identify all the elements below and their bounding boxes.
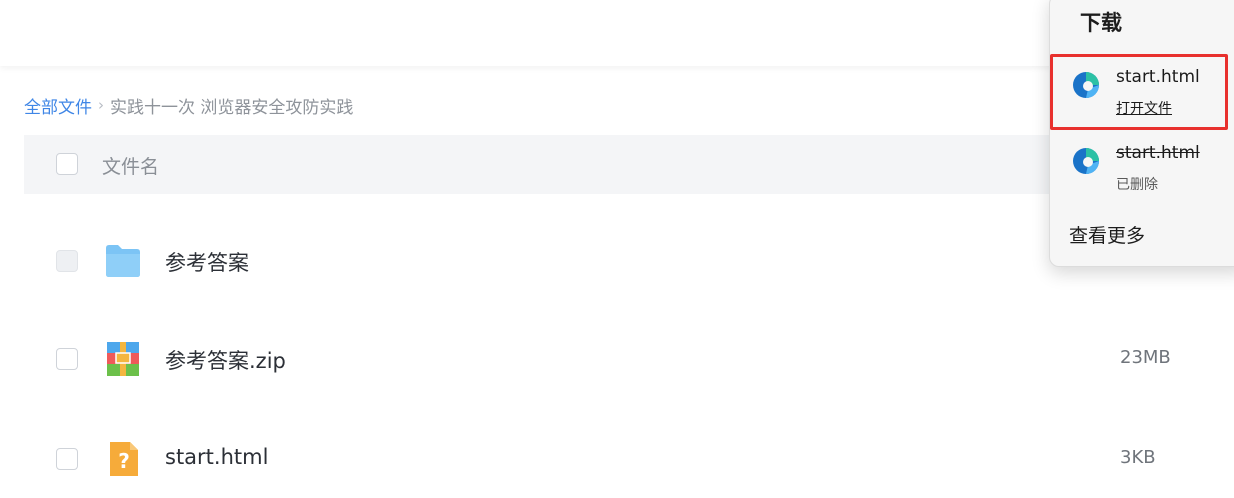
file-name[interactable]: 参考答案 xyxy=(165,247,249,277)
unknown-file-icon: ? xyxy=(110,442,138,476)
download-filename-deleted: start.html xyxy=(1116,143,1200,163)
download-status: 已删除 xyxy=(1116,177,1158,193)
file-name[interactable]: 参考答案.zip xyxy=(165,345,286,375)
downloads-title: 下载 xyxy=(1080,11,1122,35)
file-size: 3KB xyxy=(1120,447,1156,468)
breadcrumb: 全部文件 › 实践十一次 浏览器安全攻防实践 xyxy=(24,93,354,118)
file-name[interactable]: start.html xyxy=(165,445,268,469)
view-more-link[interactable]: 查看更多 xyxy=(1069,221,1145,248)
download-item[interactable]: start.html 已删除 xyxy=(1050,133,1234,203)
file-row[interactable]: ? start.html 3KB xyxy=(24,429,1174,489)
file-manager-page: 全部文件 › 实践十一次 浏览器安全攻防实践 文件名 参考答案 参考答案.zip… xyxy=(0,0,1234,498)
breadcrumb-current: 实践十一次 浏览器安全攻防实践 xyxy=(110,97,354,118)
highlight-box xyxy=(1050,54,1228,130)
row-checkbox[interactable] xyxy=(56,448,78,470)
folder-icon xyxy=(106,245,140,277)
column-header-filename[interactable]: 文件名 xyxy=(102,152,159,179)
edge-icon xyxy=(1073,148,1099,174)
file-row[interactable]: 参考答案.zip 23MB xyxy=(24,329,1174,389)
breadcrumb-root-link[interactable]: 全部文件 xyxy=(24,93,92,118)
archive-icon xyxy=(107,342,139,376)
svg-text:?: ? xyxy=(118,449,130,473)
downloads-flyout: 下载 start.html 打开文件 start.html 已删除 查看更多 xyxy=(1049,0,1234,267)
breadcrumb-separator: › xyxy=(98,96,104,114)
file-row[interactable]: 参考答案 xyxy=(24,231,1174,291)
select-all-checkbox[interactable] xyxy=(56,153,78,175)
row-checkbox[interactable] xyxy=(56,250,78,272)
file-size: 23MB xyxy=(1120,347,1171,368)
row-checkbox[interactable] xyxy=(56,348,78,370)
